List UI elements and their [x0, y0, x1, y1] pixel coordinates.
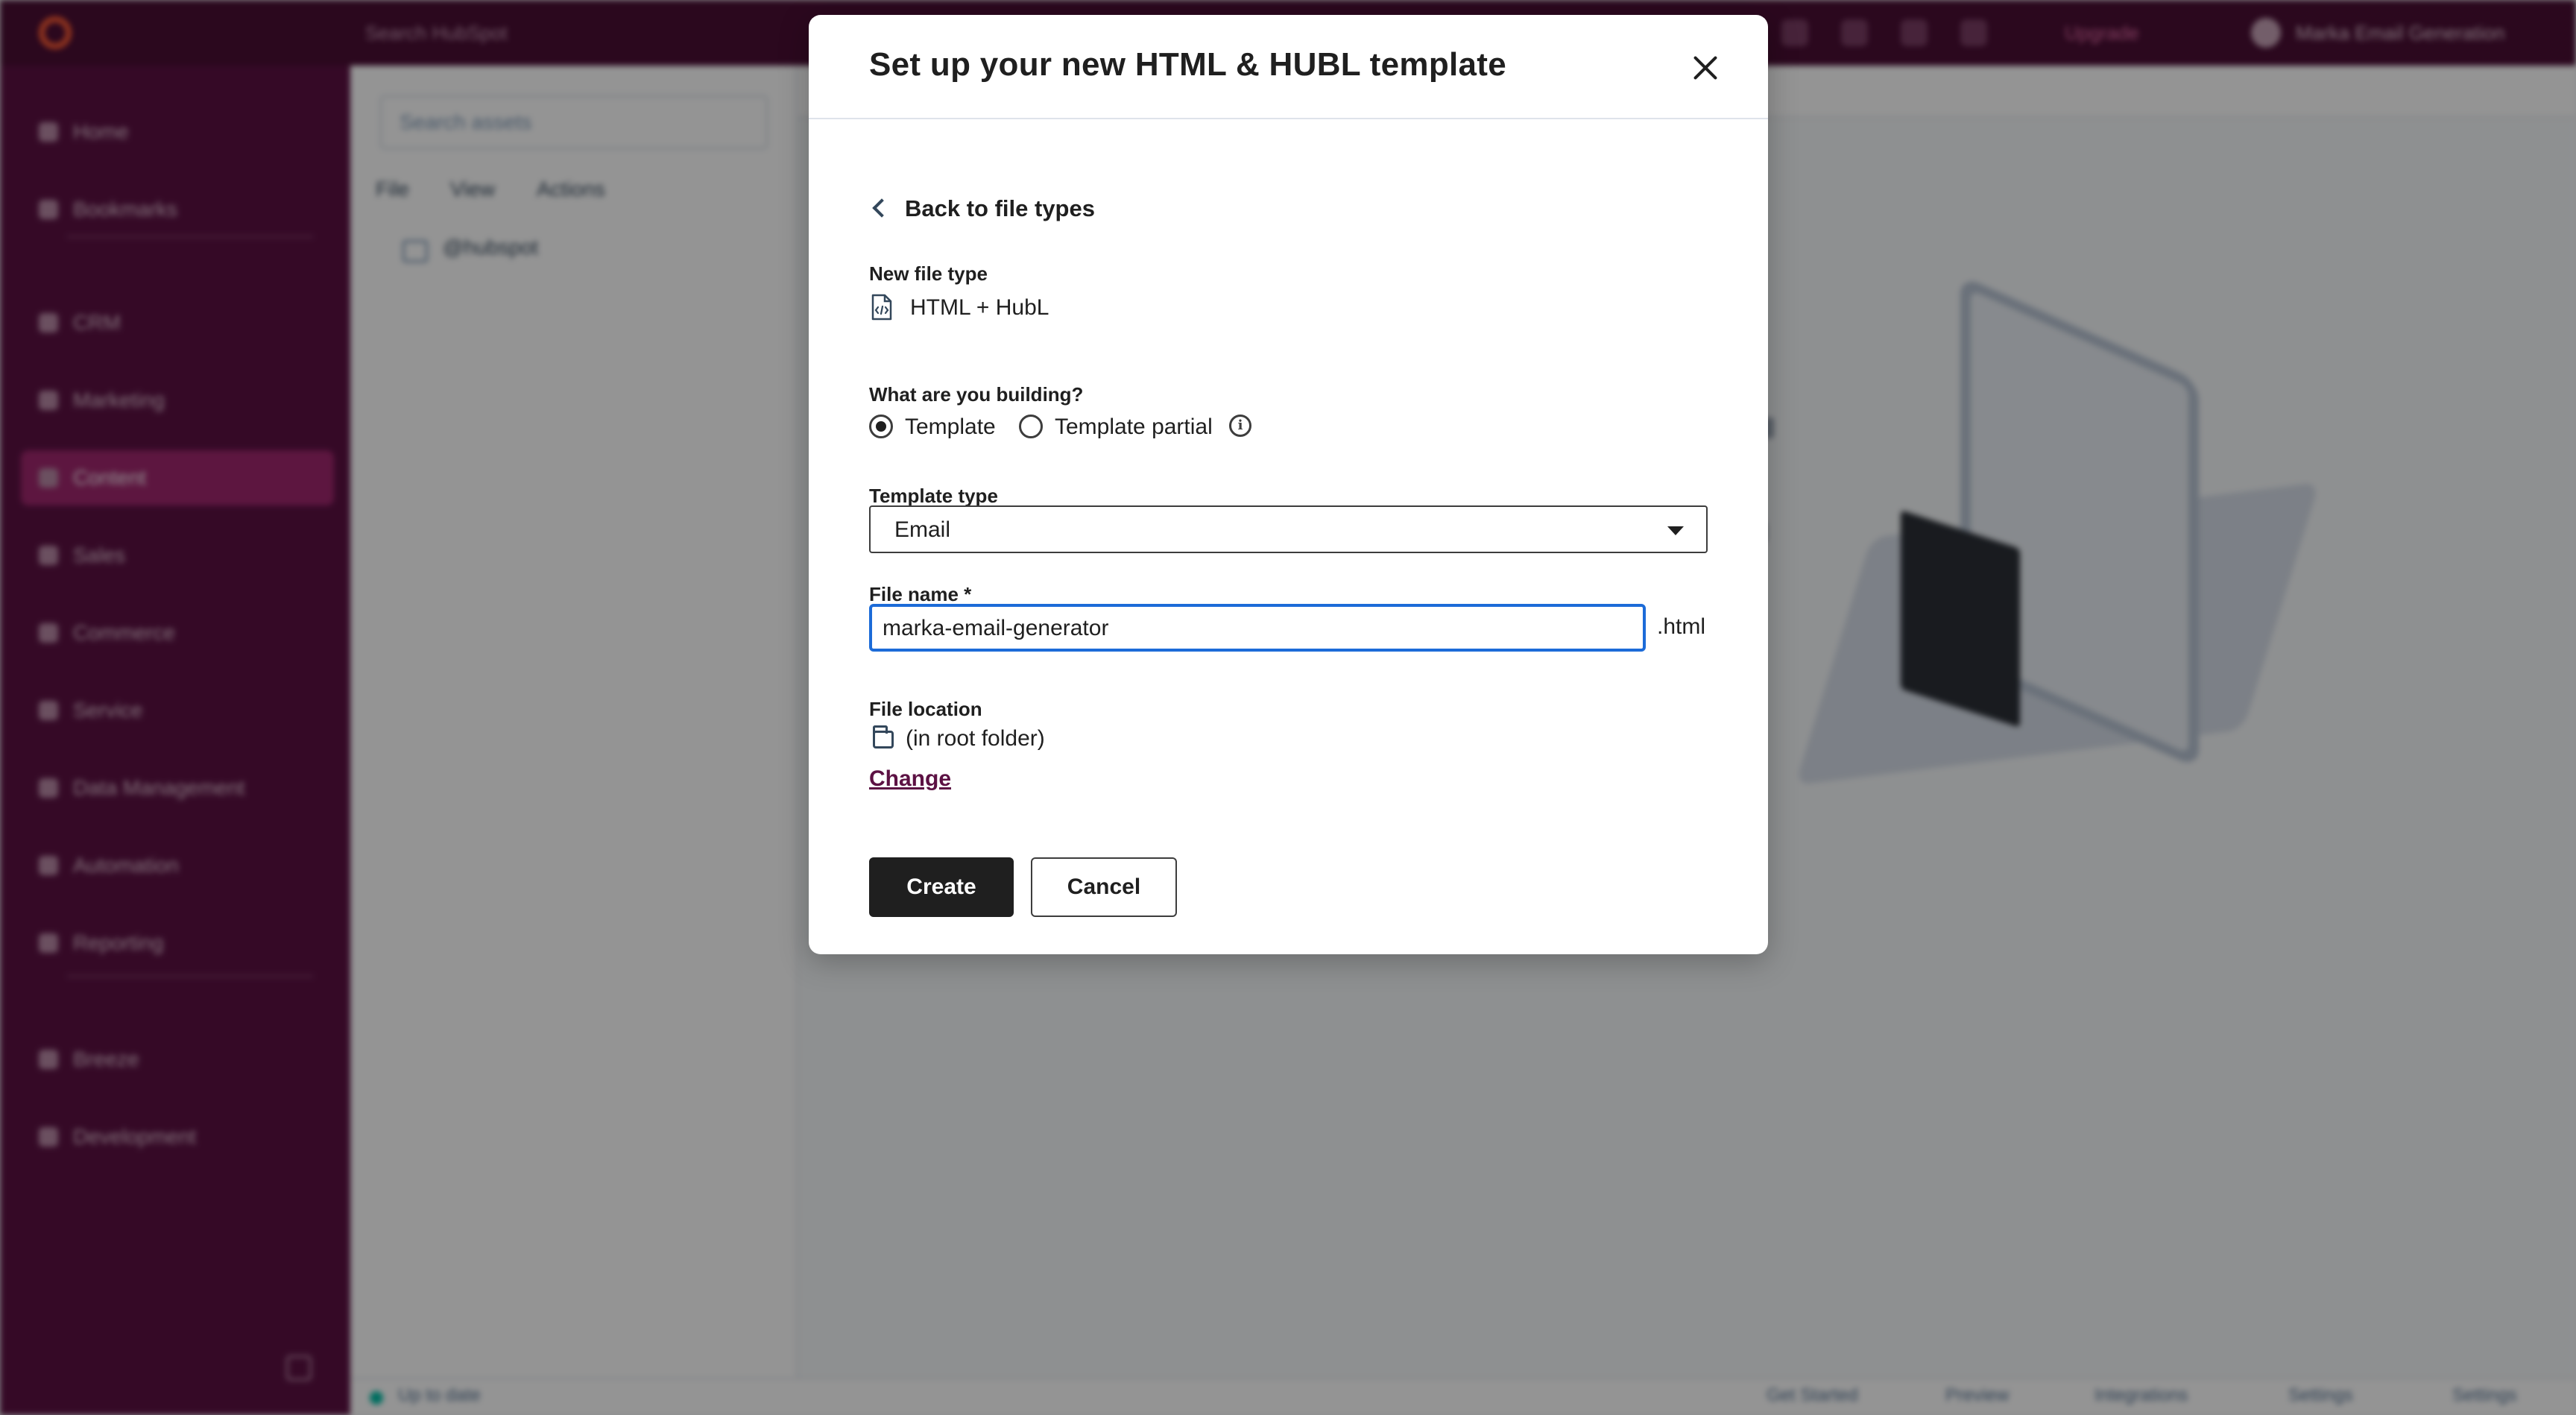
- new-file-type-value: HTML + HubL: [910, 295, 1049, 320]
- chevron-left-icon: [872, 198, 891, 218]
- template-type-dropdown[interactable]: Email: [869, 505, 1708, 553]
- new-file-type-label: New file type: [869, 262, 988, 285]
- file-name-input[interactable]: [883, 613, 1628, 644]
- back-link-label: Back to file types: [905, 195, 1095, 221]
- radio-template-label: Template: [905, 415, 996, 439]
- building-question-label: What are you building?: [869, 383, 1084, 406]
- radio-unchecked-icon[interactable]: [1019, 415, 1043, 438]
- template-type-value: Email: [894, 517, 951, 542]
- file-name-field[interactable]: [869, 604, 1646, 652]
- info-icon[interactable]: i: [1229, 415, 1251, 437]
- template-setup-dialog: Set up your new HTML & HUBL template Bac…: [809, 15, 1768, 954]
- close-icon[interactable]: [1688, 51, 1723, 85]
- radio-template-partial-label: Template partial: [1055, 415, 1213, 439]
- radio-checked-icon[interactable]: [869, 415, 893, 438]
- dialog-header: Set up your new HTML & HUBL template: [809, 15, 1768, 119]
- code-file-icon: [871, 294, 892, 321]
- caret-down-icon: [1667, 526, 1684, 535]
- cancel-button[interactable]: Cancel: [1031, 857, 1177, 917]
- template-type-label: Template type: [869, 485, 998, 507]
- file-name-label: File name *: [869, 583, 972, 605]
- file-extension-suffix: .html: [1657, 614, 1706, 639]
- create-button[interactable]: Create: [869, 857, 1014, 917]
- dialog-title: Set up your new HTML & HUBL template: [869, 46, 1507, 83]
- file-location-value: (in root folder): [906, 726, 1045, 751]
- file-location-label: File location: [869, 698, 982, 720]
- change-location-link[interactable]: Change: [869, 766, 951, 792]
- folder-icon: [873, 725, 894, 749]
